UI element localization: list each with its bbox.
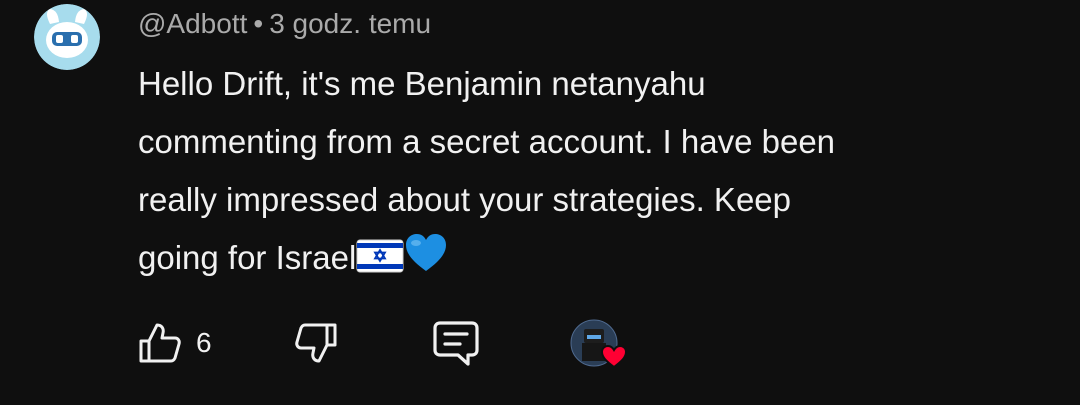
thumbs-down-icon bbox=[295, 323, 337, 363]
dislike-button[interactable] bbox=[294, 318, 338, 368]
meta-separator: • bbox=[253, 8, 264, 39]
creator-heart bbox=[570, 319, 634, 370]
comment-actions: 6 bbox=[138, 318, 738, 370]
comment-timestamp[interactable]: 3 godz. temu bbox=[269, 8, 431, 39]
comment-meta: @Adbott • 3 godz. temu bbox=[138, 7, 431, 41]
comment-icon bbox=[433, 321, 479, 366]
like-count: 6 bbox=[196, 327, 212, 358]
thumbs-up-icon bbox=[139, 323, 181, 363]
author-handle[interactable]: @Adbott bbox=[138, 8, 247, 39]
like-button[interactable]: 6 bbox=[138, 318, 212, 368]
comment-line: Hello Drift, it's me Benjamin netanyahu bbox=[138, 65, 706, 102]
comment-line: going for Israel bbox=[138, 239, 357, 276]
blue-heart-icon bbox=[404, 233, 448, 291]
author-avatar[interactable] bbox=[34, 4, 100, 70]
comment-text: Hello Drift, it's me Benjamin netanyahu … bbox=[138, 55, 1018, 291]
bunny-avatar-icon bbox=[34, 4, 100, 70]
creator-heart-icon bbox=[570, 319, 628, 369]
comment-line: commenting from a secret account. I have… bbox=[138, 123, 836, 160]
comment-line-last: going for Israel bbox=[138, 229, 1018, 291]
comment-line: really impressed about your strategies. … bbox=[138, 181, 792, 218]
israel-flag-icon bbox=[356, 233, 404, 291]
reply-button[interactable] bbox=[432, 318, 480, 368]
